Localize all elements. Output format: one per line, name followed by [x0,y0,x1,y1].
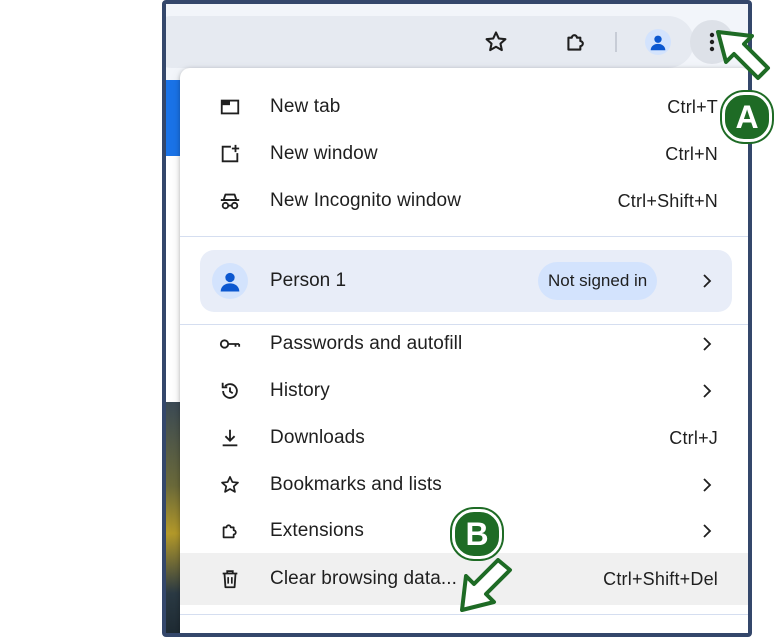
menu-item-label: Downloads [270,427,365,448]
callout-arrow-b [454,558,516,616]
profile-button[interactable] [636,20,680,64]
callout-arrow-a [712,26,774,82]
history-icon [218,379,242,403]
key-icon [218,332,242,356]
menu-item-label: New Incognito window [270,190,462,211]
bookmark-star-button[interactable] [474,20,518,64]
menu-item-shortcut: Ctrl+T [667,96,718,117]
menu-item-new-window[interactable]: New window Ctrl+N [180,131,748,177]
person-avatar-icon [645,29,671,55]
chevron-right-icon [700,524,714,538]
menu-item-label: Extensions [270,520,364,541]
chevron-right-icon [700,384,714,398]
callout-badge-a: A [722,92,772,142]
person-avatar-icon [212,263,248,299]
download-icon [218,426,242,450]
star-outline-icon [483,29,509,55]
menu-item-label: Clear browsing data... [270,568,458,589]
star-outline-icon [218,473,242,497]
menu-divider [180,236,748,237]
menu-item-shortcut: Ctrl+J [669,427,718,448]
menu-item-passwords-and-autofill[interactable]: Passwords and autofill [180,321,748,367]
menu-item-history[interactable]: History [180,368,748,414]
menu-item-downloads[interactable]: Downloads Ctrl+J [180,415,748,461]
chevron-right-icon [700,337,714,351]
new-tab-icon [218,95,242,119]
trash-icon [218,567,242,591]
chevron-right-icon [700,478,714,492]
menu-item-new-tab[interactable]: New tab Ctrl+T [180,84,748,130]
toolbar-separator [615,32,617,52]
menu-item-shortcut: Ctrl+Shift+Del [603,568,718,589]
puzzle-piece-icon [218,519,242,543]
menu-item-label: New window [270,143,378,164]
profile-name: Person 1 [270,270,347,291]
menu-item-label: Passwords and autofill [270,333,463,354]
incognito-icon [218,189,242,213]
menu-item-label: New tab [270,96,341,117]
callout-badge-b: B [452,509,502,559]
menu-item-label: Bookmarks and lists [270,474,442,495]
chevron-right-icon [700,274,714,288]
menu-item-new-incognito-window[interactable]: New Incognito window Ctrl+Shift+N [180,178,748,224]
page-content-strip [166,80,180,156]
menu-item-label: History [270,380,330,401]
menu-item-bookmarks-and-lists[interactable]: Bookmarks and lists [180,462,748,508]
menu-item-shortcut: Ctrl+N [665,143,718,164]
menu-item-shortcut: Ctrl+Shift+N [617,190,718,211]
puzzle-piece-icon [563,29,589,55]
sign-in-status-badge[interactable]: Not signed in [538,262,658,300]
new-window-icon [218,142,242,166]
page-content-image [166,402,180,633]
extensions-button[interactable] [554,20,598,64]
menu-profile-row[interactable]: Person 1 Not signed in [200,250,732,312]
